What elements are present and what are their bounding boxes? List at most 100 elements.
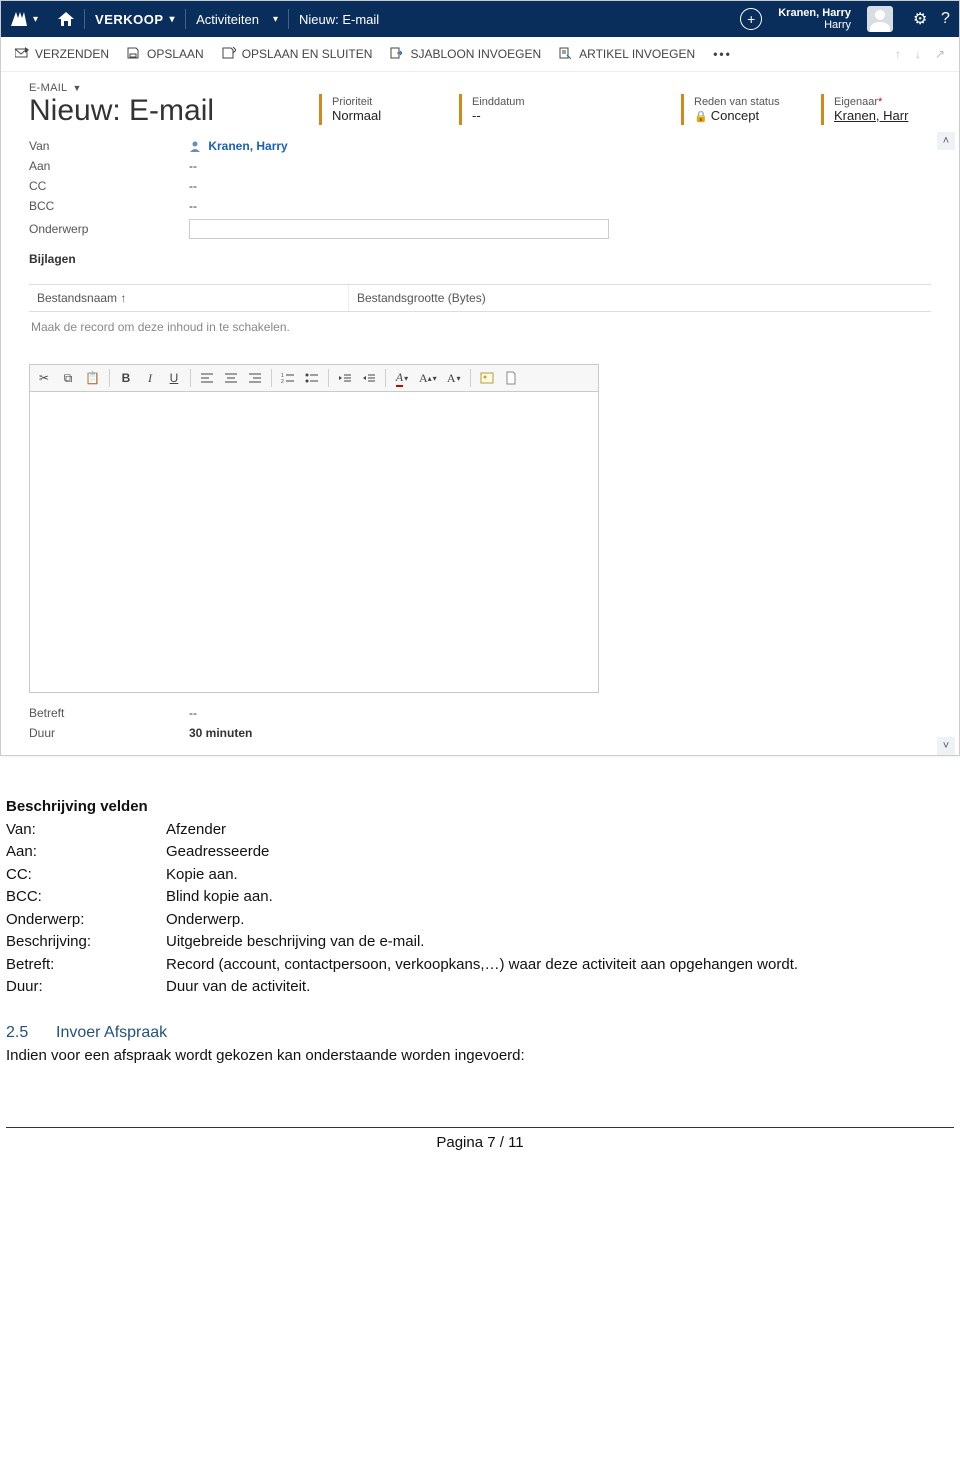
duur-value[interactable]: 30 minuten <box>189 726 252 740</box>
gear-icon[interactable]: ⚙ <box>903 1 931 37</box>
insert-template-label: SJABLOON INVOEGEN <box>410 47 541 61</box>
enddate-label: Einddatum <box>472 96 559 108</box>
user-short-name: Harry <box>778 19 851 31</box>
popout-icon[interactable]: ↗ <box>935 47 945 61</box>
template-icon <box>390 47 404 61</box>
bold-button[interactable]: B <box>116 368 136 388</box>
nav-sales[interactable]: VERKOOP▾ <box>85 1 185 37</box>
rte-textarea[interactable] <box>30 392 598 692</box>
fields-description-heading: Beschrijving velden <box>6 796 954 819</box>
page-title: Nieuw: E-mail <box>29 94 289 128</box>
doc-row-aan: Aan:Geadresseerde <box>6 841 954 864</box>
record-header: E-MAIL ▼ Nieuw: E-mail Prioriteit Normaa… <box>1 72 959 132</box>
avatar-icon[interactable] <box>857 1 903 37</box>
scrollbar-down-icon[interactable]: ˅ <box>937 737 955 755</box>
font-size-icon[interactable]: A▴▾ <box>416 368 440 388</box>
doc-row-betreft: Betreft:Record (account, contactpersoon,… <box>6 954 954 977</box>
subject-label: Onderwerp <box>29 222 189 236</box>
attachments-placeholder: Maak de record om deze inhoud in te scha… <box>29 312 931 354</box>
scroll-down-icon[interactable]: ↓ <box>915 47 921 61</box>
add-record-icon[interactable]: + <box>730 1 772 37</box>
bcc-label: BCC <box>29 199 189 213</box>
insert-template-button[interactable]: SJABLOON INVOEGEN <box>390 47 541 61</box>
paste-icon[interactable]: 📋 <box>82 368 103 388</box>
font-family-icon[interactable]: A▾ <box>444 368 464 388</box>
record-body: ˄ ˅ Van Kranen, Harry Aan -- CC -- BCC -… <box>1 132 959 755</box>
header-priority[interactable]: Prioriteit Normaal <box>319 94 429 125</box>
underline-button[interactable]: U <box>164 368 184 388</box>
cc-value[interactable]: -- <box>189 179 197 193</box>
field-aan: Aan -- <box>29 156 931 176</box>
copy-icon[interactable]: ⧉ <box>58 368 78 388</box>
van-value[interactable]: Kranen, Harry <box>189 139 288 153</box>
indent-increase-icon[interactable] <box>359 368 379 388</box>
priority-value: Normaal <box>332 108 419 123</box>
rte-toolbar: ✂ ⧉ 📋 B I U 12 <box>30 365 598 392</box>
insert-article-label: ARTIKEL INVOEGEN <box>579 47 695 61</box>
nav-activities-label: Activiteiten <box>196 12 259 27</box>
send-button[interactable]: VERZENDEN <box>15 47 109 61</box>
list-bullet-icon[interactable] <box>302 368 322 388</box>
align-left-icon[interactable] <box>197 368 217 388</box>
logo-dynamics-icon[interactable]: ▾ <box>1 1 48 37</box>
entity-label[interactable]: E-MAIL ▼ <box>29 82 931 94</box>
bcc-value[interactable]: -- <box>189 199 197 213</box>
header-owner[interactable]: Eigenaar* Kranen, Harr <box>821 94 931 125</box>
insert-attachment-icon[interactable] <box>501 368 521 388</box>
user-info[interactable]: Kranen, Harry Harry <box>772 7 857 31</box>
field-van: Van Kranen, Harry <box>29 136 931 156</box>
enddate-value: -- <box>472 108 559 123</box>
doc-row-bcc: BCC:Blind kopie aan. <box>6 886 954 909</box>
help-icon[interactable]: ? <box>931 1 959 37</box>
article-icon <box>559 47 573 61</box>
cut-icon[interactable]: ✂ <box>34 368 54 388</box>
scroll-up-icon[interactable]: ↑ <box>895 47 901 61</box>
nav-activities[interactable]: Activiteiten ▾ <box>186 1 288 37</box>
save-button[interactable]: OPSLAAN <box>127 47 204 61</box>
owner-label: Eigenaar <box>834 96 878 108</box>
subject-input[interactable] <box>189 219 609 239</box>
nav-breadcrumb-label: Nieuw: E-mail <box>299 12 379 27</box>
person-icon <box>189 140 201 152</box>
document-text: Beschrijving velden Van:Afzender Aan:Gea… <box>0 776 960 1185</box>
col-filename[interactable]: Bestandsnaam ↑ <box>29 285 349 311</box>
indent-decrease-icon[interactable] <box>335 368 355 388</box>
priority-label: Prioriteit <box>332 96 419 108</box>
save-close-icon <box>222 47 236 61</box>
field-duur: Duur 30 minuten <box>29 723 931 743</box>
doc-row-duur: Duur:Duur van de activiteit. <box>6 976 954 999</box>
rich-text-editor: ✂ ⧉ 📋 B I U 12 <box>29 364 599 693</box>
field-betreft: Betreft -- <box>29 703 931 723</box>
header-status[interactable]: Reden van status 🔒Concept <box>681 94 791 125</box>
align-center-icon[interactable] <box>221 368 241 388</box>
font-color-icon[interactable]: A▾ <box>392 368 412 388</box>
col-filesize[interactable]: Bestandsgrootte (Bytes) <box>349 285 494 311</box>
attachments-label: Bijlagen <box>29 252 931 266</box>
align-right-icon[interactable] <box>245 368 265 388</box>
more-commands-icon[interactable]: ••• <box>713 47 732 61</box>
italic-button[interactable]: I <box>140 368 160 388</box>
save-close-button[interactable]: OPSLAAN EN SLUITEN <box>222 47 373 61</box>
lock-icon: 🔒 <box>694 111 708 123</box>
aan-value[interactable]: -- <box>189 159 197 173</box>
status-label: Reden van status <box>694 96 781 108</box>
user-name: Kranen, Harry <box>778 7 851 19</box>
cc-label: CC <box>29 179 189 193</box>
aan-label: Aan <box>29 159 189 173</box>
field-subject: Onderwerp <box>29 216 931 242</box>
nav-sales-label: VERKOOP <box>95 12 164 27</box>
top-nav: ▾ VERKOOP▾ Activiteiten ▾ Nieuw: E-mail … <box>1 1 959 37</box>
command-bar: VERZENDEN OPSLAAN OPSLAAN EN SLUITEN SJA… <box>1 37 959 72</box>
header-enddate[interactable]: Einddatum -- <box>459 94 569 125</box>
nav-breadcrumb[interactable]: Nieuw: E-mail <box>289 1 389 37</box>
betreft-value[interactable]: -- <box>189 706 197 720</box>
betreft-label: Betreft <box>29 706 189 720</box>
home-icon[interactable] <box>48 1 84 37</box>
sort-asc-icon: ↑ <box>120 291 126 305</box>
field-bcc: BCC -- <box>29 196 931 216</box>
scrollbar-up-icon[interactable]: ˄ <box>937 132 955 150</box>
insert-article-button[interactable]: ARTIKEL INVOEGEN <box>559 47 695 61</box>
save-icon <box>127 47 141 61</box>
insert-image-icon[interactable] <box>477 368 497 388</box>
list-ordered-icon[interactable]: 12 <box>278 368 298 388</box>
